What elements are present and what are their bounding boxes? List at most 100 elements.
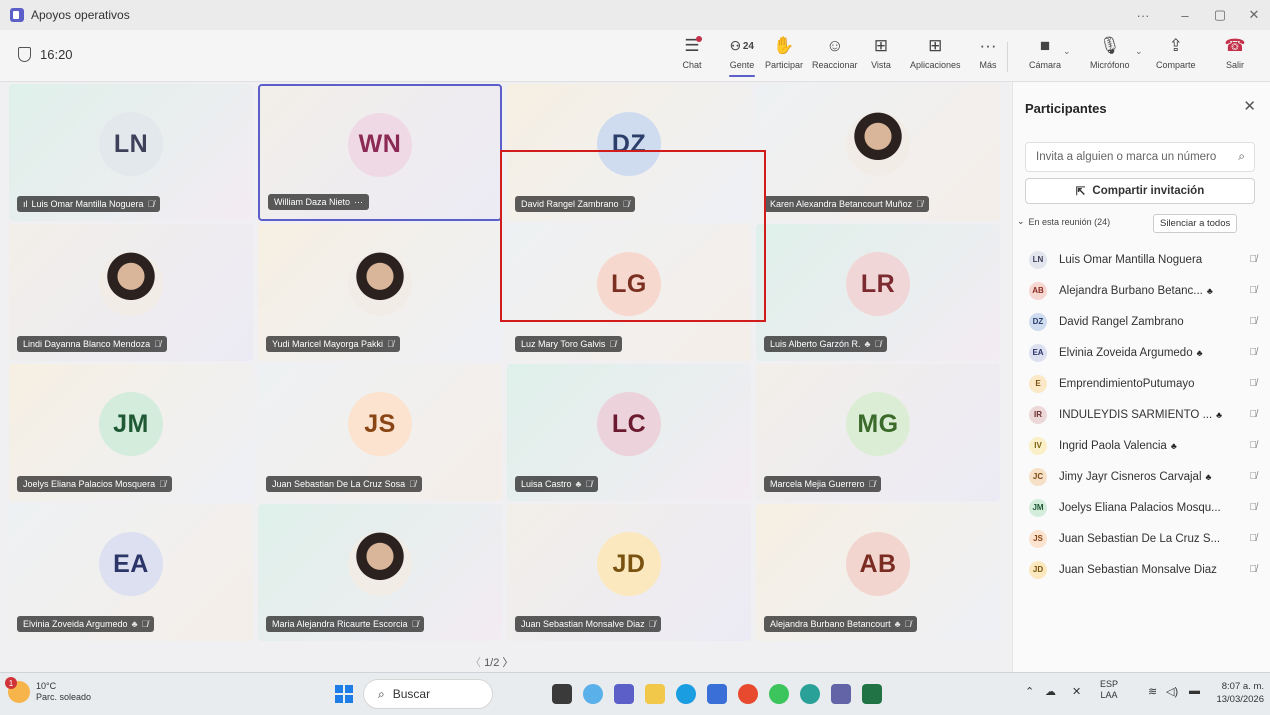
more-options-icon[interactable]: ··· xyxy=(1129,0,1157,30)
next-page-icon[interactable]: 〉 xyxy=(502,657,513,669)
participant-name-tag: Karen Alexandra Betancourt Muñoz 🎙̸ xyxy=(764,196,929,212)
participant-list-item[interactable]: IV Ingrid Paola Valencia ♣ 🎙̸ xyxy=(1013,430,1270,461)
participant-list-item[interactable]: LN Luis Omar Mantilla Noguera 🎙̸ xyxy=(1013,244,1270,275)
battery-icon[interactable]: ▬ xyxy=(1189,685,1200,697)
participant-tile[interactable]: AB Alejandra Burbano Betancourt ♣ 🎙̸ xyxy=(756,504,1000,641)
participant-list: LN Luis Omar Mantilla Noguera 🎙̸ AB Alejandr… xyxy=(1013,244,1270,585)
more-button[interactable]: ··· Más xyxy=(975,36,1001,76)
participant-tile[interactable]: DZ David Rangel Zambrano 🎙̸ xyxy=(507,84,751,221)
mic-muted-icon: 🎙̸ xyxy=(141,619,149,629)
participant-tile[interactable]: EA Elvinia Zoveida Argumedo ♣ 🎙̸ xyxy=(9,504,253,641)
participant-list-item[interactable]: AB Alejandra Burbano Betanc... ♣ 🎙̸ xyxy=(1013,275,1270,306)
participant-list-item[interactable]: E EmprendimientoPutumayo 🎙̸ xyxy=(1013,368,1270,399)
mic-muted-icon: 🎙̸ xyxy=(1249,533,1258,544)
minimize-button[interactable]: – xyxy=(1171,0,1199,30)
windows-start-icon[interactable] xyxy=(335,685,353,703)
close-panel-icon[interactable]: ✕ xyxy=(1243,97,1256,115)
task-view-icon[interactable] xyxy=(552,684,572,704)
participant-list-item[interactable]: JM Joelys Eliana Palacios Mosqu... 🎙̸ xyxy=(1013,492,1270,523)
view-button[interactable]: ⊞ Vista xyxy=(868,36,894,76)
raise-hand-button[interactable]: ✋ Participar xyxy=(765,36,803,76)
leave-button[interactable]: ☎ Salir xyxy=(1222,36,1248,76)
participant-name-tag: Alejandra Burbano Betancourt ♣ 🎙̸ xyxy=(764,616,918,632)
react-button[interactable]: ☺ Reaccionar xyxy=(812,36,858,76)
wifi-icon[interactable]: ≋ xyxy=(1148,685,1157,698)
section-toggle[interactable]: ⌄ En esta reunión (24) xyxy=(1017,216,1110,227)
participant-list-item[interactable]: JD Juan Sebastian Monsalve Diaz 🎙̸ xyxy=(1013,554,1270,585)
camera-button[interactable]: ■ Cámara xyxy=(1029,36,1061,76)
participant-tile[interactable]: Karen Alexandra Betancourt Muñoz 🎙̸ xyxy=(756,84,1000,221)
participant-avatar: AB xyxy=(846,532,910,597)
participant-tile[interactable]: Yudi Maricel Mayorga Pakki 🎙̸ xyxy=(258,224,502,361)
hand-icon: ✋ xyxy=(773,36,795,55)
copilot-icon[interactable] xyxy=(583,684,603,704)
participant-tile[interactable]: JD Juan Sebastian Monsalve Diaz 🎙̸ xyxy=(507,504,751,641)
leave-label: Salir xyxy=(1225,60,1244,70)
participant-list-item[interactable]: JS Juan Sebastian De La Cruz S... 🎙̸ xyxy=(1013,523,1270,554)
panel-title: Participantes xyxy=(1025,101,1107,116)
restore-button[interactable]: ▢ xyxy=(1206,0,1234,30)
participant-list-item[interactable]: DZ David Rangel Zambrano 🎙̸ xyxy=(1013,306,1270,337)
edge-icon[interactable] xyxy=(676,684,696,704)
taskbar-time: 8:07 a. m. xyxy=(1221,681,1264,692)
language-indicator[interactable]: ESP LAA xyxy=(1100,679,1118,701)
store-icon[interactable] xyxy=(707,684,727,704)
mic-muted-icon: 🎙̸ xyxy=(1249,564,1258,575)
participant-tile[interactable]: LC Luisa Castro ♣ 🎙̸ xyxy=(507,364,751,501)
previous-page-icon[interactable]: 〈 xyxy=(470,657,481,669)
participant-tile[interactable]: LR Luis Alberto Garzón R. ♣ 🎙̸ xyxy=(756,224,1000,361)
excel-icon[interactable] xyxy=(862,684,882,704)
close-window-button[interactable]: ✕ xyxy=(1240,0,1268,30)
whatsapp-icon[interactable] xyxy=(769,684,789,704)
participant-avatar: JM xyxy=(99,392,163,457)
invite-search-input[interactable]: Invita a alguien o marca un número ⌕ xyxy=(1025,142,1255,172)
weather-widget[interactable]: 1 10°C Parc. soleado xyxy=(5,677,91,703)
participant-avatar: JM xyxy=(1029,498,1047,517)
participant-tile[interactable]: WN William Daza Nieto ··· xyxy=(258,84,502,221)
teams-work-icon[interactable] xyxy=(831,684,851,704)
participant-list-item[interactable]: IR INDULEYDIS SARMIENTO ... ♣ 🎙̸ xyxy=(1013,399,1270,430)
camera-options-chevron-icon[interactable]: ⌄ xyxy=(1063,46,1071,57)
people-button[interactable]: ⚇ 24 Gente xyxy=(725,36,759,77)
participant-tile[interactable]: LG Luz Mary Toro Galvis 🎙̸ xyxy=(507,224,751,361)
hang-up-icon: ☎ xyxy=(1224,36,1246,55)
participant-avatar: IR xyxy=(1029,405,1047,424)
volume-icon[interactable]: ◁) xyxy=(1166,685,1178,698)
file-explorer-icon[interactable] xyxy=(645,684,665,704)
chevron-up-icon[interactable]: ⌃ xyxy=(1025,685,1034,698)
participant-name-tag: William Daza Nieto ··· xyxy=(268,194,370,210)
share-invite-button[interactable]: ⇱ Compartir invitación xyxy=(1025,178,1255,204)
participant-tile[interactable]: Lindi Dayanna Blanco Mendoza 🎙̸ xyxy=(9,224,253,361)
taskbar-search[interactable]: ⌕ Buscar xyxy=(363,679,493,709)
chat-button[interactable]: ☰ Chat xyxy=(679,36,705,76)
mute-all-button[interactable]: Silenciar a todos xyxy=(1153,214,1238,233)
clock[interactable]: 8:07 a. m. 13/03/2026 xyxy=(1216,680,1264,706)
participant-list-item[interactable]: EA Elvinia Zoveida Argumedo ♣ 🎙̸ xyxy=(1013,337,1270,368)
share-button[interactable]: ⇪ Comparte xyxy=(1156,36,1196,76)
cloud-icon[interactable]: ☁ xyxy=(1045,685,1056,698)
participant-photo xyxy=(348,252,412,317)
participant-tile[interactable]: MG Marcela Mejia Guerrero 🎙̸ xyxy=(756,364,1000,501)
participant-avatar: JC xyxy=(1029,467,1047,486)
apps-button[interactable]: ⊞ Aplicaciones xyxy=(910,36,961,76)
participant-avatar: LN xyxy=(99,112,163,177)
participant-avatar: AB xyxy=(1029,281,1047,300)
guest-icon: ♣ xyxy=(1196,347,1203,358)
participant-tile[interactable]: JS Juan Sebastian De La Cruz Sosa 🎙̸ xyxy=(258,364,502,501)
mic-options-chevron-icon[interactable]: ⌄ xyxy=(1135,46,1143,57)
participant-tile[interactable]: Maria Alejandra Ricaurte Escorcia 🎙̸ xyxy=(258,504,502,641)
participant-tile[interactable]: LN ıl Luis Omar Mantilla Noguera 🎙̸ xyxy=(9,84,253,221)
mic-muted-tray-icon[interactable]: ✕ xyxy=(1072,685,1081,698)
share-tray-icon: ⇪ xyxy=(1168,36,1183,55)
participant-list-item[interactable]: JC Jimy Jayr Cisneros Carvajal ♣ 🎙̸ xyxy=(1013,461,1270,492)
more-options-icon[interactable]: ··· xyxy=(354,197,363,207)
teams-icon[interactable] xyxy=(614,684,634,704)
ellipsis-icon: ··· xyxy=(979,36,997,55)
participant-name: Lindi Dayanna Blanco Mendoza xyxy=(23,339,151,349)
participant-tile[interactable]: JM Joelys Eliana Palacios Mosquera 🎙̸ xyxy=(9,364,253,501)
mic-muted-icon: 🎙̸ xyxy=(1249,502,1258,513)
edge-dev-icon[interactable] xyxy=(800,684,820,704)
chrome-icon[interactable] xyxy=(738,684,758,704)
microphone-button[interactable]: 🎙 Micrófono xyxy=(1090,36,1130,76)
participant-name: Luis Omar Mantilla Noguera xyxy=(1059,253,1203,266)
